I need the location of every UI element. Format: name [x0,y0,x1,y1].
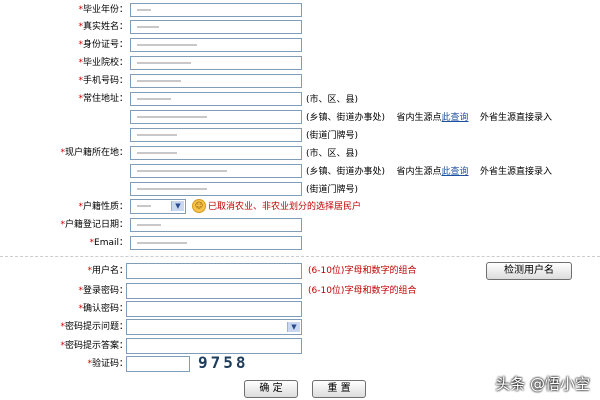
home-outside-note: 外省生源直接录入 [479,113,552,123]
household-query-link[interactable]: 此查询 [442,167,469,177]
captcha-label: *验证码： [87,359,128,369]
household-nature-label: *户籍性质： [78,202,128,212]
home-street-input[interactable] [130,128,302,142]
home-town-input[interactable] [130,110,302,124]
home-street-suffix: (街道门牌号) [306,131,359,141]
security-answer-input[interactable] [126,338,302,354]
household-address-label: *现户籍所在地： [60,148,128,158]
household-outside-note: 外省生源直接录入 [479,167,552,177]
school-input[interactable] [130,56,302,70]
captcha-image: 9758 [198,353,249,372]
real-name-label: *真实姓名： [78,22,128,32]
home-town-suffix-text: (乡镇、街道办事处) [306,113,386,123]
home-town-suffix: (乡镇、街道办事处) 省内生源点此查询 外省生源直接录入 [306,111,552,125]
username-input[interactable] [126,263,302,279]
mobile-label: *手机号码： [78,76,128,86]
username-rule: (6-10位)字母和数字的组合 [308,266,417,276]
household-nature-select[interactable]: ▼ [130,199,186,214]
email-input[interactable] [130,236,302,250]
household-town-suffix-text: (乡镇、街道办事处) [306,167,386,177]
graduation-year-label: *毕业年份： [78,5,128,15]
confirm-password-label: *确认密码： [78,304,128,314]
username-label: *用户名： [87,266,128,276]
security-question-select[interactable]: ▼ [126,319,302,335]
home-address-label: *常住地址： [78,94,128,104]
household-street-input[interactable] [130,182,302,196]
chevron-down-icon: ▼ [287,322,300,332]
check-username-button[interactable]: 检测用户名 [486,262,572,280]
chevron-down-icon: ▼ [171,201,184,211]
home-query-link[interactable]: 此查询 [442,113,469,123]
smile-icon: ☺ [192,199,206,213]
email-label: *Email： [89,238,128,248]
home-city-suffix: (市、区、县) [306,95,359,105]
reset-button[interactable]: 重 置 [312,380,366,398]
household-city-suffix: (市、区、县) [306,149,359,159]
section-divider [0,256,600,257]
household-town-suffix: (乡镇、街道办事处) 省内生源点此查询 外省生源直接录入 [306,165,552,179]
confirm-button[interactable]: 确 定 [244,380,298,398]
household-city-input[interactable] [130,146,302,160]
password-rule: (6-10位)字母和数字的组合 [308,286,417,296]
id-number-label: *身份证号： [78,40,128,50]
household-nature-hint: 已取消农业、非农业划分的选择居民户 [208,202,362,212]
security-answer-label: *密码提示答案： [60,341,128,351]
school-label: *毕业院校： [78,58,128,68]
household-town-input[interactable] [130,164,302,178]
mobile-input[interactable] [130,74,302,88]
watermark: 头条 @悟小空 [495,375,590,393]
household-reg-date-input[interactable] [130,218,302,232]
confirm-password-input[interactable] [126,301,302,317]
household-reg-date-label: *户籍登记日期： [60,220,128,230]
graduation-year-input[interactable] [130,3,302,17]
captcha-input[interactable] [126,356,190,372]
real-name-input[interactable] [130,20,302,34]
home-city-input[interactable] [130,92,302,106]
home-query-prefix: 省内生源点 [396,113,442,123]
password-input[interactable] [126,283,302,299]
household-street-suffix: (街道门牌号) [306,185,359,195]
id-number-input[interactable] [130,38,302,52]
security-question-label: *密码提示问题： [60,322,128,332]
password-label: *登录密码： [78,286,128,296]
household-query-prefix: 省内生源点 [396,167,442,177]
